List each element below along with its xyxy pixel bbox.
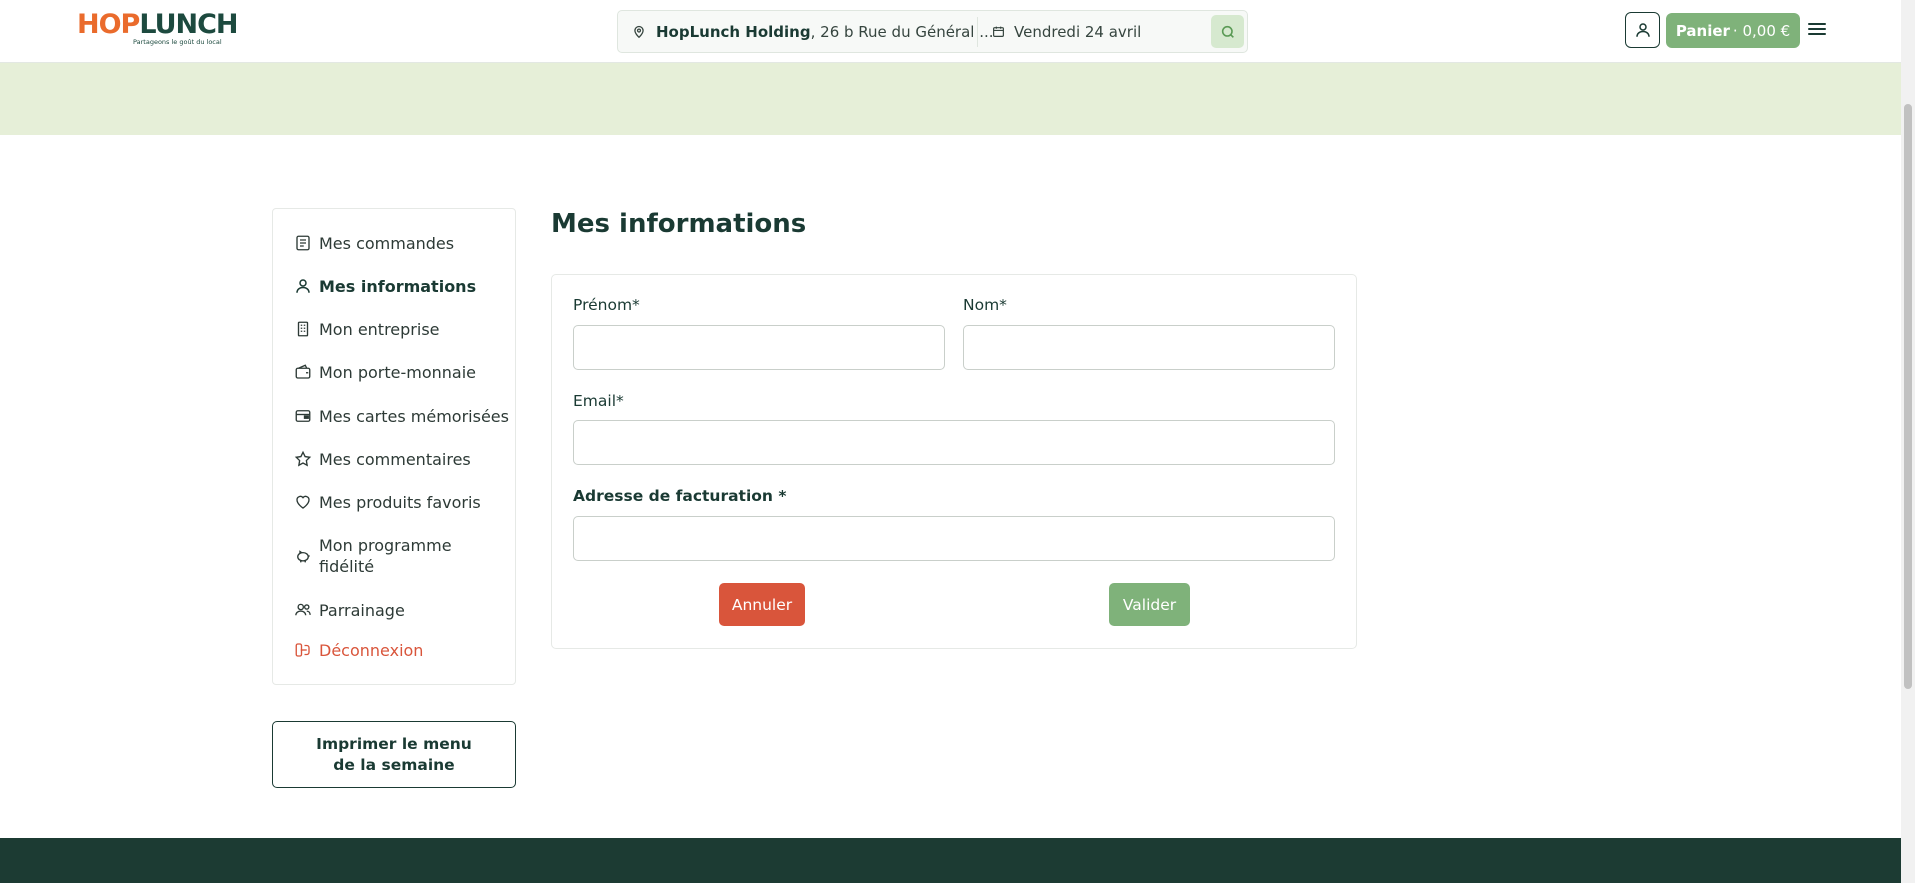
email-label: Email* bbox=[573, 392, 624, 410]
sidebar-item-label: Déconnexion bbox=[319, 641, 424, 660]
address-name: HopLunch Holding bbox=[656, 22, 811, 41]
delivery-date: Vendredi 24 avril bbox=[1014, 22, 1142, 41]
sidebar-item-label: Mes commandes bbox=[319, 234, 455, 253]
firstname-field[interactable] bbox=[573, 325, 945, 370]
sidebar-item-informations[interactable]: Mes informations bbox=[294, 276, 509, 297]
hoplunch-logo[interactable]: HOPLUNCH Partageons le goût du local bbox=[77, 9, 239, 54]
receipt-icon bbox=[296, 235, 310, 251]
billing-address-label: Adresse de facturation * bbox=[573, 487, 787, 505]
building-icon bbox=[297, 321, 309, 337]
lastname-label: Nom* bbox=[963, 296, 1007, 314]
cart-label: Panier bbox=[1675, 21, 1730, 40]
address-selector[interactable]: HopLunch Holding, 26 b Rue du Général ..… bbox=[632, 11, 992, 52]
sidebar-item-cards[interactable]: Mes cartes mémorisées bbox=[294, 406, 509, 427]
piggy-bank-icon bbox=[297, 550, 310, 563]
user-icon bbox=[1635, 23, 1650, 37]
logout-icon bbox=[295, 643, 310, 657]
sidebar-item-referral[interactable]: Parrainage bbox=[294, 600, 509, 621]
logo-tagline: Partageons le goût du local bbox=[133, 38, 222, 46]
sidebar-item-orders[interactable]: Mes commandes bbox=[294, 233, 509, 254]
hamburger-menu-icon[interactable] bbox=[1808, 20, 1828, 40]
page-title: Mes informations bbox=[551, 209, 807, 239]
sidebar-item-label: Mon porte-monnaie bbox=[319, 363, 476, 382]
top-header: HOPLUNCH Partageons le goût du local Hop… bbox=[0, 0, 1901, 63]
user-icon bbox=[296, 279, 310, 293]
calendar-icon bbox=[993, 26, 1004, 37]
sidebar-item-label: Mes commentaires bbox=[319, 450, 471, 469]
logo-hop: HOP bbox=[77, 9, 140, 40]
credit-card-icon bbox=[295, 410, 311, 422]
lastname-field[interactable] bbox=[963, 325, 1335, 370]
sidebar-item-label: Mes cartes mémorisées bbox=[319, 407, 509, 426]
page-banner bbox=[0, 63, 1901, 135]
logo-wordmark: HOPLUNCH bbox=[77, 9, 239, 40]
search-icon bbox=[1221, 25, 1234, 38]
delivery-search-bar: HopLunch Holding, 26 b Rue du Général ..… bbox=[617, 10, 1248, 53]
search-button[interactable] bbox=[1211, 15, 1244, 48]
sidebar-item-label: Mon entreprise bbox=[319, 320, 440, 339]
sidebar-item-label: Mon programme fidélité bbox=[319, 536, 452, 576]
sidebar-item-comments[interactable]: Mes commentaires bbox=[294, 449, 509, 470]
account-sidebar: Mes commandes Mes informations Mon entre… bbox=[272, 208, 516, 685]
cart-amount: · 0,00 € bbox=[1732, 21, 1791, 40]
profile-form: Prénom* Nom* Email* Adresse de facturati… bbox=[551, 274, 1357, 649]
address-detail: , 26 b Rue du Général ... bbox=[810, 22, 992, 41]
wallet-icon bbox=[295, 364, 311, 379]
users-icon bbox=[295, 603, 311, 616]
cancel-button[interactable]: Annuler bbox=[719, 583, 805, 626]
firstname-label: Prénom* bbox=[573, 296, 640, 314]
sidebar-item-favorites[interactable]: Mes produits favoris bbox=[294, 492, 509, 513]
email-field[interactable] bbox=[573, 420, 1335, 465]
sidebar-item-label: Mes produits favoris bbox=[319, 493, 481, 512]
page-footer bbox=[0, 838, 1901, 883]
print-weekly-menu-button[interactable]: Imprimer le menu de la semaine bbox=[272, 721, 516, 788]
sidebar-item-company[interactable]: Mon entreprise bbox=[294, 319, 509, 340]
sidebar-item-label: Parrainage bbox=[319, 601, 405, 620]
sidebar-item-logout[interactable]: Déconnexion bbox=[294, 640, 509, 661]
location-pin-icon bbox=[634, 25, 644, 38]
page-scrollbar[interactable] bbox=[1901, 0, 1915, 883]
scrollbar-thumb[interactable] bbox=[1904, 104, 1912, 689]
logo-lunch: LUNCH bbox=[139, 9, 238, 40]
account-button[interactable] bbox=[1625, 12, 1660, 48]
sidebar-item-wallet[interactable]: Mon porte-monnaie bbox=[294, 362, 509, 383]
search-divider bbox=[977, 17, 978, 47]
submit-button[interactable]: Valider bbox=[1109, 583, 1190, 626]
date-selector[interactable]: Vendredi 24 avril bbox=[992, 11, 1141, 52]
billing-address-field[interactable] bbox=[573, 516, 1335, 561]
star-icon bbox=[294, 450, 312, 467]
cart-button[interactable]: Panier · 0,00 € bbox=[1666, 13, 1800, 48]
sidebar-item-loyalty[interactable]: Mon programme fidélité bbox=[294, 535, 509, 577]
heart-icon bbox=[296, 495, 310, 509]
sidebar-item-label: Mes informations bbox=[319, 277, 477, 296]
